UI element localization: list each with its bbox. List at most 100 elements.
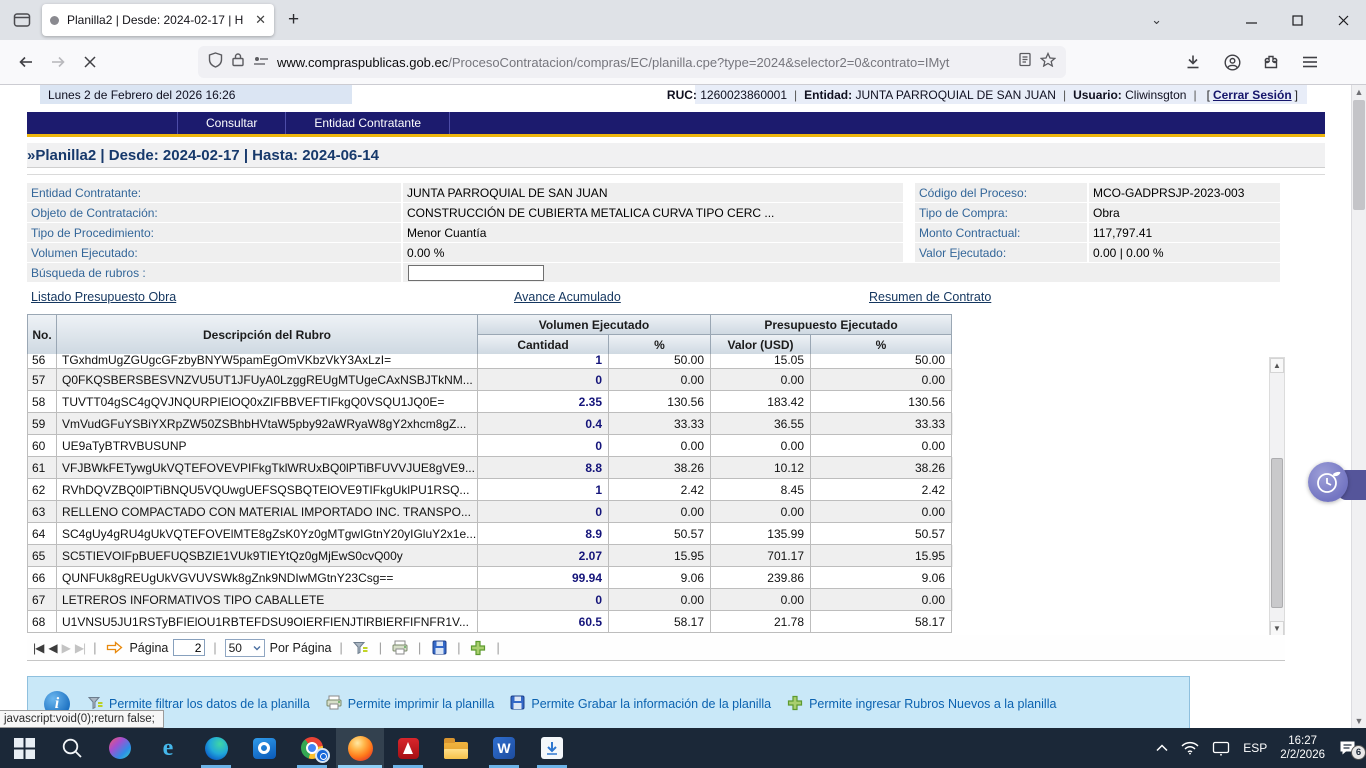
column-header-descripcion: Descripción del Rubro: [57, 315, 478, 355]
taskbar-search-icon[interactable]: [48, 728, 96, 768]
notifications-icon[interactable]: 6: [1338, 740, 1358, 757]
bookmark-star-icon[interactable]: [1040, 52, 1056, 72]
table-row[interactable]: 63RELLENO COMPACTADO CON MATERIAL IMPORT…: [27, 501, 953, 523]
browser-tab[interactable]: Planilla2 | Desde: 2024-02-17 | H ✕: [42, 4, 274, 36]
list-tabs-chevron-icon[interactable]: ⌄: [1141, 0, 1172, 40]
taskbar-acrobat-icon[interactable]: [384, 728, 432, 768]
taskbar-firefox-icon[interactable]: [336, 728, 384, 768]
grid-scroll-down-icon[interactable]: ▼: [1270, 621, 1284, 636]
account-icon[interactable]: [1217, 47, 1247, 77]
page-scrollbar-thumb[interactable]: [1353, 100, 1365, 210]
table-row[interactable]: 66QUNFUk8gREUgUkVGVUVSWk8gZnk9NDIwMGtnY2…: [27, 567, 953, 589]
table-row[interactable]: 58TUVTT04gSC4gQVJNQURPIElOQ0xZIFBBVEFTIF…: [27, 391, 953, 413]
page-scrollbar[interactable]: ▲ ▼: [1351, 85, 1366, 728]
taskbar-edge-icon[interactable]: [192, 728, 240, 768]
table-row[interactable]: 62RVhDQVZBQ0lPTiBNQU5VQUwgUEFSQSBQTElOVE…: [27, 479, 953, 501]
permissions-icon[interactable]: [253, 53, 269, 71]
first-page-button[interactable]: |◀: [33, 641, 43, 655]
column-header-volumen-pct: %: [609, 335, 711, 355]
table-row[interactable]: 60UE9aTyBTRVBUSUNP00.000.000.00: [27, 435, 953, 457]
save-icon[interactable]: [429, 640, 449, 655]
go-to-page-arrow-icon[interactable]: [104, 641, 124, 654]
logout-link[interactable]: Cerrar Sesión: [1213, 88, 1292, 102]
row-volumen-pct: 0.00: [609, 589, 711, 611]
table-row[interactable]: 57Q0FKQSBERSBESVNZVU5UT1JFUyA0LzggREUgMT…: [27, 369, 953, 391]
grid-scroll-up-icon[interactable]: ▲: [1270, 358, 1284, 373]
taskbar-ie-icon[interactable]: e: [144, 728, 192, 768]
per-page-select[interactable]: 50: [225, 639, 265, 657]
taskbar-chrome-icon[interactable]: [288, 728, 336, 768]
window-maximize-button[interactable]: [1274, 0, 1320, 40]
search-input[interactable]: [408, 265, 544, 281]
clock-extension-widget[interactable]: [1308, 462, 1348, 502]
row-presupuesto-pct: 0.00: [811, 501, 952, 523]
lock-icon[interactable]: [231, 52, 245, 72]
table-row[interactable]: 67LETREROS INFORMATIVOS TIPO CABALLETE00…: [27, 589, 953, 611]
window-minimize-button[interactable]: [1228, 0, 1274, 40]
row-volumen-pct: 38.26: [609, 457, 711, 479]
taskbar-start-icon[interactable]: [0, 728, 48, 768]
filter-icon[interactable]: [351, 641, 371, 655]
new-tab-button[interactable]: +: [288, 9, 299, 31]
firefox-view-icon[interactable]: [8, 6, 36, 34]
row-cantidad: 99.94: [478, 567, 609, 589]
page-scroll-up-icon[interactable]: ▲: [1352, 85, 1366, 99]
print-icon[interactable]: [390, 640, 410, 655]
row-cantidad: 0: [478, 501, 609, 523]
page-content: Lunes 2 de Febrero del 2026 16:26 RUC: 1…: [0, 85, 1366, 728]
link-resumen-de-contrato[interactable]: Resumen de Contrato: [869, 290, 991, 304]
page-scroll-down-icon[interactable]: ▼: [1352, 714, 1366, 728]
detail-label: Monto Contractual:: [915, 223, 1087, 242]
page-number-input[interactable]: [173, 639, 205, 656]
taskbar-word-icon[interactable]: W: [480, 728, 528, 768]
back-button[interactable]: [10, 47, 42, 77]
taskbar-outlook-icon[interactable]: [240, 728, 288, 768]
display-connect-icon[interactable]: [1212, 741, 1230, 756]
url-bar[interactable]: www.compraspublicas.gob.ec/ProcesoContra…: [198, 46, 1066, 78]
language-indicator[interactable]: ESP: [1243, 741, 1267, 755]
taskbar-mail-icon[interactable]: [528, 728, 576, 768]
column-group-presupuesto-ejecutado: Presupuesto Ejecutado: [711, 315, 952, 335]
window-close-button[interactable]: [1320, 0, 1366, 40]
row-valor-usd: 183.42: [711, 391, 811, 413]
add-row-icon[interactable]: [468, 640, 488, 656]
detail-label: Objeto de Contratación:: [27, 203, 401, 222]
last-page-button[interactable]: ▶|: [75, 641, 85, 655]
tab-close-icon[interactable]: ✕: [255, 12, 266, 28]
link-avance-acumulado[interactable]: Avance Acumulado: [514, 290, 621, 304]
grid-scrollbar[interactable]: ▲ ▼: [1269, 357, 1285, 637]
forward-button[interactable]: [42, 47, 74, 77]
stop-loading-button[interactable]: [74, 47, 106, 77]
help-item-text: Permite Grabar la información de la plan…: [531, 697, 771, 711]
row-no: 58: [28, 391, 57, 413]
wifi-icon[interactable]: [1181, 741, 1199, 755]
table-row[interactable]: 65SC5TIEVOIFpBUEFUQSBZIE1VUk9TIEYtQz0gMj…: [27, 545, 953, 567]
table-row[interactable]: 59VmVudGFuYSBiYXRpZW50ZSBhbHVtaW5pby92aW…: [27, 413, 953, 435]
clock-date[interactable]: 16:272/2/2026: [1280, 734, 1325, 762]
tray-chevron-up-icon[interactable]: [1156, 744, 1168, 752]
taskbar-copilot-icon[interactable]: [96, 728, 144, 768]
grid-scrollbar-thumb[interactable]: [1271, 458, 1283, 608]
help-item-text: Permite filtrar los datos de la planilla: [109, 697, 310, 711]
save-icon: [510, 695, 525, 713]
downloads-icon[interactable]: [1178, 47, 1208, 77]
table-row[interactable]: 56TGxhdmUgZGUgcGFzbyBNYW5pamEgOmVKbzVkY3…: [27, 354, 953, 369]
menu-item-entidad-contratante[interactable]: Entidad Contratante: [286, 112, 450, 134]
column-group-volumen-ejecutado: Volumen Ejecutado: [478, 315, 711, 335]
table-row[interactable]: 61VFJBWkFETywgUkVQTEFOVEVPIFkgTklWRUxBQ0…: [27, 457, 953, 479]
extensions-puzzle-icon[interactable]: [1256, 47, 1286, 77]
table-row[interactable]: 68U1VNSU5JU1RSTyBFIElOU1RBTEFDSU9OIERFIE…: [27, 611, 953, 633]
reader-mode-icon[interactable]: [1018, 52, 1032, 72]
shield-icon[interactable]: [208, 52, 223, 73]
row-presupuesto-pct: 9.06: [811, 567, 952, 589]
browser-tab-bar: Planilla2 | Desde: 2024-02-17 | H ✕ + ⌄: [0, 0, 1366, 40]
link-listado-presupuesto-obra[interactable]: Listado Presupuesto Obra: [31, 290, 176, 304]
previous-page-button[interactable]: ◀: [48, 641, 56, 655]
row-presupuesto-pct: 130.56: [811, 391, 952, 413]
table-row[interactable]: 64SC4gUy4gRU4gUkVQTEFOVElMTE8gZsK0Yz0gMT…: [27, 523, 953, 545]
next-page-button[interactable]: ▶: [62, 641, 70, 655]
menu-hamburger-icon[interactable]: [1295, 47, 1325, 77]
menu-item-consultar[interactable]: Consultar: [177, 112, 286, 134]
help-item-print: Permite imprimir la planilla: [326, 695, 495, 713]
taskbar-explorer-icon[interactable]: [432, 728, 480, 768]
